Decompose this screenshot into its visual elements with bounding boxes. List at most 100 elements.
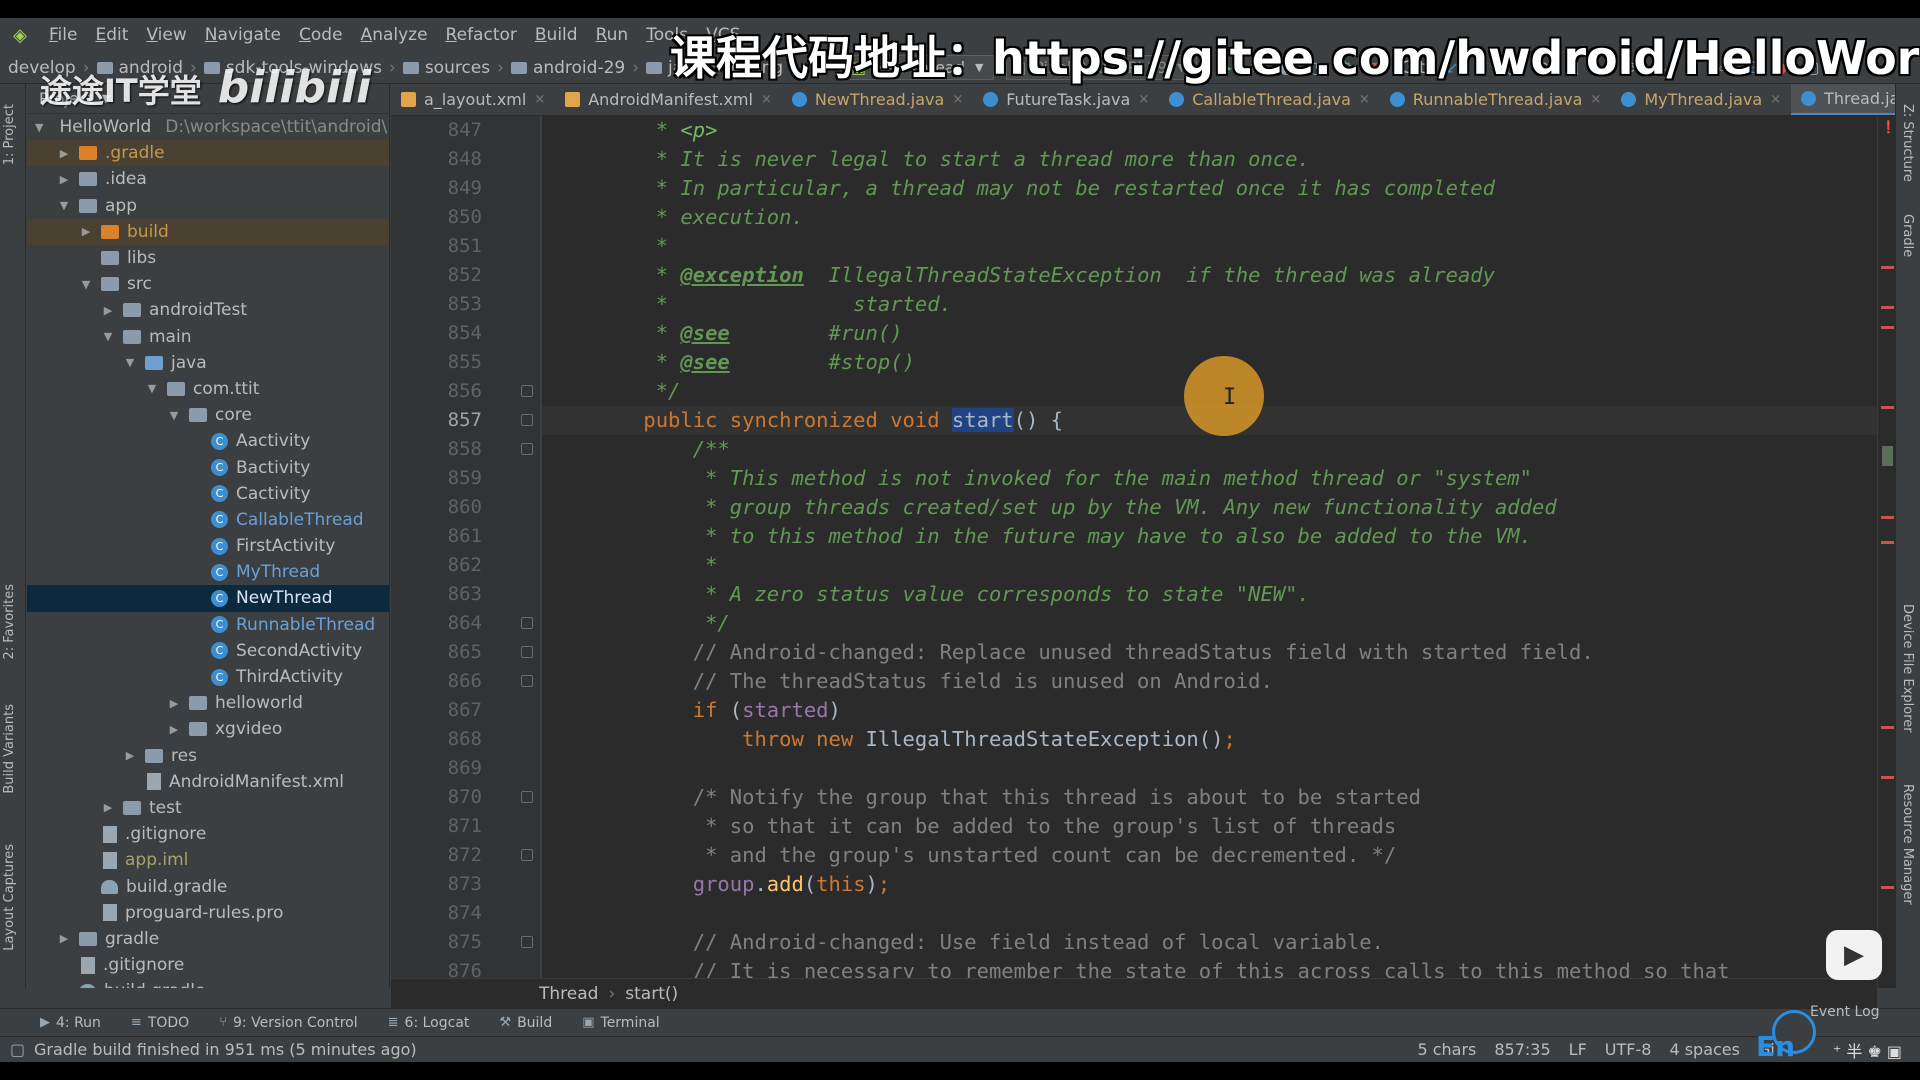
editor-tab[interactable]: a_layout.xml ×	[391, 84, 555, 115]
tree-item[interactable]: ▶ test	[27, 795, 389, 821]
tree-item[interactable]: ▶ xgvideo	[27, 716, 389, 742]
fold-icon[interactable]	[521, 443, 533, 455]
fold-icon[interactable]	[521, 617, 533, 629]
code-breadcrumb-item[interactable]: start()	[625, 984, 678, 1004]
tool-tab-structure[interactable]: Z: Structure	[1900, 104, 1915, 182]
tree-item[interactable]: C RunnableThread	[27, 612, 389, 638]
tree-item[interactable]: C NewThread	[27, 585, 389, 612]
collapse-arrow-icon[interactable]: ▶	[57, 173, 71, 186]
crumb-item[interactable]: sources	[399, 58, 494, 78]
event-log-button[interactable]: Event Log	[1810, 1004, 1880, 1020]
bottom-tab[interactable]: ≣ 6: Logcat	[388, 1015, 470, 1031]
collapse-arrow-icon[interactable]: ▶	[123, 749, 137, 762]
tree-item[interactable]: ▶ gradle	[27, 926, 389, 952]
editor-tab[interactable]: NewThread.java ×	[782, 84, 973, 115]
tree-item[interactable]: ▼ HelloWorld D:\workspace\ttit\android\H	[27, 114, 389, 140]
bottom-tab[interactable]: ≡ TODO	[131, 1015, 189, 1031]
editor-tab[interactable]: FutureTask.java ×	[973, 84, 1159, 115]
tree-item[interactable]: C Cactivity	[27, 481, 389, 507]
close-icon[interactable]: ×	[1138, 92, 1149, 107]
close-icon[interactable]: ×	[534, 92, 545, 107]
tree-item[interactable]: .gitignore	[27, 821, 389, 847]
tool-tab-device-explorer[interactable]: Device File Explorer	[1900, 604, 1915, 733]
fold-icon[interactable]	[521, 791, 533, 803]
tree-item[interactable]: ▶ build	[27, 218, 389, 245]
fold-icon[interactable]	[521, 849, 533, 861]
tree-item[interactable]: ▼ src	[27, 271, 389, 297]
bottom-tab[interactable]: ▶ 4: Run	[40, 1015, 101, 1031]
fold-icon[interactable]	[521, 385, 533, 397]
tree-item[interactable]: build.gradle	[27, 978, 389, 988]
menu-run[interactable]: Run	[587, 25, 638, 45]
bottom-tab[interactable]: ⚒ Build	[499, 1015, 552, 1031]
tree-item[interactable]: C SecondActivity	[27, 638, 389, 664]
expand-arrow-icon[interactable]: ▼	[101, 330, 115, 343]
tree-item[interactable]: ▼ com.ttit	[27, 376, 389, 402]
tree-item[interactable]: C Bactivity	[27, 454, 389, 480]
tree-item[interactable]: C Aactivity	[27, 428, 389, 454]
file-encoding[interactable]: UTF-8	[1605, 1040, 1652, 1059]
bottom-tab[interactable]: ▣ Terminal	[582, 1015, 659, 1031]
collapse-arrow-icon[interactable]: ▶	[101, 801, 115, 814]
expand-arrow-icon[interactable]: ▼	[123, 356, 137, 369]
menu-view[interactable]: View	[137, 25, 195, 45]
menu-analyze[interactable]: Analyze	[352, 25, 437, 45]
tree-item[interactable]: C FirstActivity	[27, 533, 389, 559]
tree-item[interactable]: ▼ core	[27, 402, 389, 428]
expand-arrow-icon[interactable]: ▼	[167, 409, 181, 422]
tool-tab-project[interactable]: 1: Project	[2, 104, 17, 165]
crumb-item[interactable]: android-29	[507, 58, 629, 78]
menu-edit[interactable]: Edit	[86, 25, 137, 45]
tree-item[interactable]: build.gradle	[27, 873, 389, 899]
editor-tab[interactable]: MyThread.java ×	[1611, 84, 1791, 115]
tree-item[interactable]: ▼ app	[27, 193, 389, 219]
editor-tab[interactable]: CallableThread.java ×	[1159, 84, 1380, 115]
expand-arrow-icon[interactable]: ▼	[57, 199, 71, 212]
line-separator[interactable]: LF	[1569, 1040, 1587, 1059]
menu-refactor[interactable]: Refactor	[437, 25, 526, 45]
tree-item[interactable]: ▶ helloworld	[27, 690, 389, 716]
editor-tab[interactable]: AndroidManifest.xml ×	[555, 84, 782, 115]
tree-item[interactable]: C ThirdActivity	[27, 664, 389, 690]
menu-navigate[interactable]: Navigate	[196, 25, 290, 45]
fold-icon[interactable]	[521, 646, 533, 658]
collapse-arrow-icon[interactable]: ▶	[79, 225, 93, 238]
expand-arrow-icon[interactable]: ▼	[145, 382, 159, 395]
caret-position[interactable]: 857:35	[1494, 1040, 1550, 1059]
tree-item[interactable]: C CallableThread	[27, 507, 389, 533]
tree-item[interactable]: AndroidManifest.xml	[27, 769, 389, 795]
error-stripe[interactable]: ❗	[1877, 116, 1896, 988]
indent-setting[interactable]: 4 spaces	[1669, 1040, 1740, 1059]
tool-tab-build-variants[interactable]: Build Variants	[2, 704, 17, 794]
scroll-thumb[interactable]	[1882, 446, 1893, 466]
close-icon[interactable]: ×	[761, 92, 772, 107]
tool-tab-gradle[interactable]: Gradle	[1900, 214, 1915, 257]
collapse-arrow-icon[interactable]: ▶	[57, 147, 71, 160]
fold-icon[interactable]	[521, 936, 533, 948]
status-window-icon[interactable]: ▢	[10, 1040, 25, 1059]
fold-icon[interactable]	[521, 414, 533, 426]
tree-item[interactable]: ▶ androidTest	[27, 297, 389, 323]
menu-build[interactable]: Build	[526, 25, 587, 45]
close-icon[interactable]: ×	[1359, 92, 1370, 107]
menu-code[interactable]: Code	[290, 25, 352, 45]
fold-icon[interactable]	[521, 675, 533, 687]
tree-item[interactable]: app.iml	[27, 847, 389, 873]
tree-item[interactable]: ▶ res	[27, 743, 389, 769]
menu-file[interactable]: File	[40, 25, 86, 45]
close-icon[interactable]: ×	[1770, 92, 1781, 107]
editor-tab[interactable]: RunnableThread.java ×	[1380, 84, 1612, 115]
expand-arrow-icon[interactable]: ▼	[35, 121, 43, 134]
tree-item[interactable]: .gitignore	[27, 952, 389, 978]
ime-language[interactable]: En	[1756, 1030, 1795, 1063]
bottom-tab[interactable]: ⑂ 9: Version Control	[219, 1015, 357, 1031]
expand-arrow-icon[interactable]: ▼	[79, 278, 93, 291]
play-icon[interactable]: ▶	[1826, 930, 1882, 980]
collapse-arrow-icon[interactable]: ▶	[167, 697, 181, 710]
tree-item[interactable]: ▼ main	[27, 324, 389, 350]
close-icon[interactable]: ×	[952, 92, 963, 107]
tool-tab-resource-manager[interactable]: Resource Manager	[1900, 784, 1915, 905]
tree-item[interactable]: proguard-rules.pro	[27, 900, 389, 926]
code-editor[interactable]: * <p> * It is never legal to start a thr…	[542, 116, 1877, 988]
close-icon[interactable]: ×	[1590, 92, 1601, 107]
